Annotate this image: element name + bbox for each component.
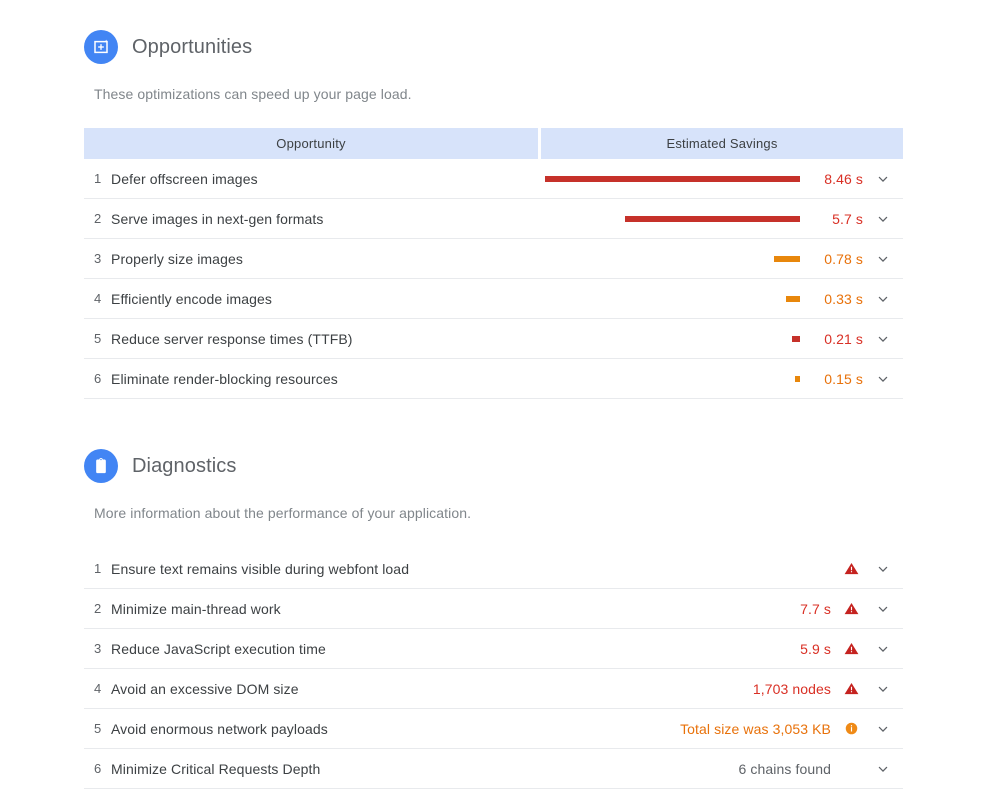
opportunity-row-label: Reduce server response times (TTFB)	[111, 330, 353, 347]
diagnostic-row-label: Avoid an excessive DOM size	[111, 680, 299, 697]
opportunity-row-number: 6	[94, 371, 102, 386]
chevron-down-icon[interactable]	[863, 602, 903, 616]
info-circle-icon	[839, 721, 863, 736]
opportunity-row[interactable]: 3 Properly size images 0.78 s	[84, 239, 903, 279]
diagnostic-row[interactable]: 4 Avoid an excessive DOM size 1,703 nodes	[84, 669, 903, 709]
opportunity-row-number: 2	[94, 211, 102, 226]
chevron-down-icon[interactable]	[863, 172, 903, 186]
warning-triangle-icon	[839, 601, 863, 616]
opportunity-row-number: 1	[94, 171, 102, 186]
estimated-savings-value: 8.46 s	[824, 170, 863, 187]
opportunity-row-number: 3	[94, 251, 102, 266]
chevron-down-icon[interactable]	[863, 212, 903, 226]
diagnostic-row-number: 5	[94, 721, 102, 736]
diagnostics-gap	[0, 521, 1003, 549]
clipboard-icon	[84, 449, 118, 483]
savings-bar	[625, 215, 800, 222]
estimated-savings-value: 0.78 s	[824, 250, 863, 267]
savings-bar	[545, 175, 800, 182]
chevron-down-icon[interactable]	[863, 292, 903, 306]
diagnostics-row-list: 1 Ensure text remains visible during webf…	[84, 549, 903, 789]
savings-bar	[786, 295, 800, 302]
diagnostics-title: Diagnostics	[132, 454, 237, 477]
opportunity-row-label: Serve images in next-gen formats	[111, 210, 324, 227]
diagnostic-row-number: 1	[94, 561, 102, 576]
estimated-savings-value: 0.33 s	[824, 290, 863, 307]
diagnostic-row-number: 2	[94, 601, 102, 616]
diagnostic-row-number: 4	[94, 681, 102, 696]
diagnostic-row[interactable]: 3 Reduce JavaScript execution time 5.9 s	[84, 629, 903, 669]
savings-bar-container	[545, 215, 807, 222]
diagnostic-value: 6 chains found	[738, 760, 831, 777]
diagnostics-subtitle: More information about the performance o…	[94, 505, 472, 521]
savings-bar-container	[545, 255, 807, 262]
chevron-down-icon[interactable]	[863, 372, 903, 386]
chevron-down-icon[interactable]	[863, 252, 903, 266]
savings-bar-container	[545, 295, 807, 302]
chevron-down-icon[interactable]	[863, 642, 903, 656]
chevron-down-icon[interactable]	[863, 332, 903, 346]
opportunities-row-list: 1 Defer offscreen images 8.46 s 2 Serve imag…	[84, 159, 903, 399]
chevron-down-icon[interactable]	[863, 762, 903, 776]
estimated-savings-value: 0.15 s	[824, 370, 863, 387]
opportunities-table-header: Opportunity Estimated Savings	[84, 128, 903, 159]
diagnostic-row[interactable]: 2 Minimize main-thread work 7.7 s	[84, 589, 903, 629]
opportunity-row-label: Properly size images	[111, 250, 243, 267]
diagnostic-row[interactable]: 6 Minimize Critical Requests Depth 6 chain…	[84, 749, 903, 789]
chevron-down-icon[interactable]	[863, 682, 903, 696]
opportunity-row-label: Eliminate render-blocking resources	[111, 370, 338, 387]
opportunity-row[interactable]: 1 Defer offscreen images 8.46 s	[84, 159, 903, 199]
opportunities-title: Opportunities	[132, 35, 253, 58]
diagnostic-row-label: Ensure text remains visible during webfo…	[111, 560, 410, 577]
diagnostic-value: 7.7 s	[800, 600, 831, 617]
savings-bar-container	[545, 175, 807, 182]
top-spacer	[0, 0, 1003, 30]
opportunity-row[interactable]: 2 Serve images in next-gen formats 5.7 s	[84, 199, 903, 239]
warning-triangle-icon	[839, 561, 863, 576]
opportunity-row-number: 4	[94, 291, 102, 306]
estimated-savings-value: 5.7 s	[832, 210, 863, 227]
lighthouse-report-page: Opportunities These optimizations can sp…	[0, 0, 1003, 802]
diagnostic-value: 5.9 s	[800, 640, 831, 657]
diagnostic-row-number: 3	[94, 641, 102, 656]
opportunity-row-number: 5	[94, 331, 102, 346]
diagnostic-row-label: Minimize main-thread work	[111, 600, 281, 617]
opportunity-row-label: Efficiently encode images	[111, 290, 272, 307]
opportunities-subtitle: These optimizations can speed up your pa…	[94, 86, 412, 102]
diagnostic-row-label: Avoid enormous network payloads	[111, 720, 328, 737]
estimated-savings-value: 0.21 s	[824, 330, 863, 347]
column-header-estimated-savings: Estimated Savings	[541, 128, 903, 159]
opportunity-row[interactable]: 4 Efficiently encode images 0.33 s	[84, 279, 903, 319]
opportunities-table: Opportunity Estimated Savings 1 Defer off…	[84, 128, 903, 399]
diagnostic-row[interactable]: 5 Avoid enormous network payloads Total si…	[84, 709, 903, 749]
chevron-down-icon[interactable]	[863, 722, 903, 736]
chevron-down-icon[interactable]	[863, 562, 903, 576]
savings-bar-container	[545, 335, 807, 342]
savings-bar	[774, 255, 800, 262]
opportunity-row[interactable]: 5 Reduce server response times (TTFB) 0.21…	[84, 319, 903, 359]
column-header-opportunity: Opportunity	[84, 128, 538, 159]
diagnostics-table: 1 Ensure text remains visible during webf…	[84, 549, 903, 789]
warning-triangle-icon	[839, 681, 863, 696]
diagnostic-row[interactable]: 1 Ensure text remains visible during webf…	[84, 549, 903, 589]
diagnostic-row-number: 6	[94, 761, 102, 776]
opportunity-row[interactable]: 6 Eliminate render-blocking resources 0.15…	[84, 359, 903, 399]
warning-triangle-icon	[839, 641, 863, 656]
diagnostic-row-label: Reduce JavaScript execution time	[111, 640, 326, 657]
savings-bar	[792, 335, 800, 342]
opportunity-row-label: Defer offscreen images	[111, 170, 258, 187]
opportunities-header: Opportunities	[0, 30, 1003, 64]
image-plus-icon	[84, 30, 118, 64]
diagnostics-header: Diagnostics	[0, 449, 1003, 483]
savings-bar	[795, 375, 800, 382]
diagnostic-value: 1,703 nodes	[752, 680, 831, 697]
savings-bar-container	[545, 375, 807, 382]
diagnostic-value: Total size was 3,053 KB	[680, 720, 831, 737]
diagnostic-row-label: Minimize Critical Requests Depth	[111, 760, 321, 777]
